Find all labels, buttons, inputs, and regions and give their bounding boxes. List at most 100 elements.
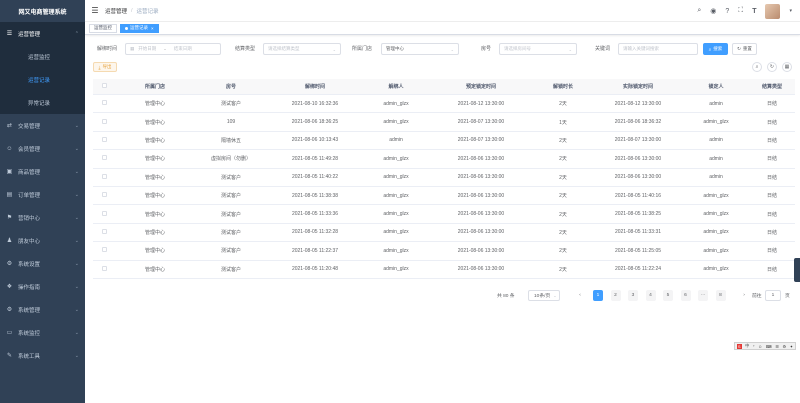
sidebar-subitem[interactable]: 运营记录 bbox=[0, 68, 85, 91]
settle-type-select[interactable]: 请选择结算类型 ⌄ bbox=[263, 43, 341, 55]
checkbox[interactable] bbox=[101, 192, 107, 198]
sidebar-item-label: 操作指南 bbox=[18, 284, 41, 291]
tag-operations-record[interactable]: 运营记录 × bbox=[120, 23, 159, 33]
checkbox[interactable] bbox=[101, 265, 107, 271]
help-icon[interactable]: ? bbox=[725, 8, 729, 15]
page-number[interactable]: 2 bbox=[610, 290, 621, 301]
sidebar-subitem[interactable]: 运营监控 bbox=[0, 45, 85, 68]
column-header: 解锁时长 bbox=[552, 84, 573, 90]
columns-button[interactable]: ▦ bbox=[782, 62, 792, 72]
room-label: 房号 bbox=[481, 46, 492, 52]
chevron-down-icon: ⌄ bbox=[332, 46, 336, 52]
ime-item[interactable]: ✦ bbox=[790, 344, 793, 349]
sidebar-item[interactable]: ▤ 订单管理 ⌄ bbox=[0, 183, 85, 206]
page-number[interactable]: 6 bbox=[680, 290, 691, 301]
table-cell: 隔墙休五 bbox=[220, 137, 241, 144]
reset-button[interactable]: ↻ 重置 bbox=[732, 43, 757, 55]
caret-down-icon[interactable]: ▾ bbox=[789, 8, 792, 14]
sidebar-item[interactable]: ✎ 系统工具 ⌄ bbox=[0, 344, 85, 367]
end-date-input[interactable]: 结束日期 bbox=[174, 46, 192, 52]
github-icon[interactable]: ◉ bbox=[710, 7, 716, 15]
search-icon[interactable]: ⌕ bbox=[697, 7, 701, 15]
goto-page-input[interactable]: 1 bbox=[765, 290, 781, 301]
page-number[interactable]: 1 bbox=[593, 290, 603, 301]
checkbox[interactable] bbox=[101, 100, 107, 106]
refresh-table-button[interactable]: ↻ bbox=[767, 62, 777, 72]
page-number[interactable]: 5 bbox=[663, 290, 673, 301]
start-date-input[interactable]: 开始日期 bbox=[138, 46, 156, 52]
checkbox[interactable] bbox=[101, 173, 107, 179]
room-select[interactable]: 请选择房间号 ⌄ bbox=[499, 43, 577, 55]
page-number[interactable]: 4 bbox=[645, 290, 656, 301]
table-cell: 日结 bbox=[766, 156, 777, 163]
breadcrumb-item[interactable]: 运营管理 bbox=[105, 7, 127, 15]
checkbox[interactable] bbox=[101, 210, 107, 216]
keyword-input[interactable]: 请输入关键词搜索 bbox=[618, 43, 698, 55]
table-cell: 2021-08-05 11:20:48 bbox=[291, 266, 339, 273]
settings-drawer-handle[interactable] bbox=[794, 258, 800, 282]
ime-item[interactable]: 中 bbox=[745, 343, 749, 349]
table-cell: 2021-08-06 10:13:43 bbox=[291, 137, 339, 144]
ime-item[interactable]: ⌨ bbox=[766, 344, 772, 349]
table-cell: 2021-08-06 13:30:00 bbox=[457, 192, 505, 199]
sidebar-item[interactable]: ▭ 系统监控 ⌄ bbox=[0, 321, 85, 344]
hamburger-icon[interactable]: ☰ bbox=[85, 6, 105, 15]
chevron-down-icon: ⌄ bbox=[74, 237, 79, 244]
pagination-total: 共 80 条 bbox=[497, 294, 515, 299]
sidebar-item[interactable]: ♟ 朋友中心 ⌄ bbox=[0, 229, 85, 252]
table-row: 管理中心 测试客户 2021-08-05 11:32:28 admin_glzx 202… bbox=[93, 224, 795, 243]
store-select[interactable]: 管理中心 ⌄ bbox=[381, 43, 459, 55]
column-header: 实际锁定时间 bbox=[622, 84, 653, 90]
toggle-search-button[interactable]: ⌕ bbox=[752, 62, 762, 72]
export-button[interactable]: ⤓ 导出 bbox=[93, 62, 117, 72]
sidebar-item[interactable]: ⚑ 营销中心 ⌄ bbox=[0, 206, 85, 229]
prev-page-button[interactable]: ‹ bbox=[575, 290, 585, 301]
next-page-button[interactable]: › bbox=[739, 290, 749, 301]
fullscreen-icon[interactable]: ⛶ bbox=[738, 7, 743, 15]
unbind-time-range[interactable]: ▦ 开始日期 - 结束日期 bbox=[125, 43, 221, 55]
page-number[interactable]: 8 bbox=[715, 290, 726, 301]
goto-page-value: 1 bbox=[771, 293, 775, 298]
ime-item[interactable]: ☺ bbox=[758, 344, 762, 349]
table-cell: 日结 bbox=[766, 174, 777, 181]
checkbox[interactable] bbox=[101, 247, 107, 253]
room-placeholder: 请选择房间号 bbox=[504, 46, 531, 51]
sidebar-item-label: 交易管理 bbox=[18, 123, 41, 130]
table-cell: 2天 bbox=[559, 266, 567, 273]
checkbox[interactable] bbox=[101, 228, 107, 234]
checkbox[interactable] bbox=[101, 83, 107, 88]
page-size-select[interactable]: 10条/页 ⌄ bbox=[528, 290, 560, 301]
close-icon[interactable]: × bbox=[151, 26, 154, 31]
list-icon: ☰ bbox=[6, 31, 13, 37]
sidebar-item[interactable]: ⚙ 系统设置 ⌄ bbox=[0, 252, 85, 275]
sidebar-item[interactable]: ▣ 商品管理 ⌄ bbox=[0, 160, 85, 183]
font-size-icon[interactable]: T bbox=[752, 8, 756, 15]
table-cell: admin_glzx bbox=[703, 192, 729, 199]
search-button[interactable]: ⌕ 搜索 bbox=[703, 43, 728, 55]
checkbox[interactable] bbox=[101, 136, 107, 142]
sidebar-item[interactable]: ⚙ 系统管理 ⌄ bbox=[0, 298, 85, 321]
table-cell: 2021-08-07 13:30:00 bbox=[457, 119, 505, 126]
sidebar-item[interactable]: ☺ 会员管理 ⌄ bbox=[0, 137, 85, 160]
checkbox[interactable] bbox=[101, 155, 107, 161]
sidebar-item[interactable]: ⇄ 交易管理 ⌄ bbox=[0, 114, 85, 137]
sidebar-item[interactable]: ❖ 操作指南 ⌄ bbox=[0, 275, 85, 298]
ime-item[interactable]: ° bbox=[753, 344, 755, 349]
checkbox[interactable] bbox=[101, 118, 107, 124]
range-separator: - bbox=[164, 46, 166, 52]
ime-item[interactable]: S bbox=[736, 343, 742, 349]
table-cell: admin_glzx bbox=[703, 247, 729, 254]
sidebar-item[interactable]: ☰ 运营管理 ⌃ bbox=[0, 22, 85, 45]
avatar[interactable] bbox=[765, 3, 781, 19]
page-ellipsis[interactable]: ··· bbox=[698, 290, 708, 301]
ime-item[interactable]: ⚙ bbox=[783, 344, 787, 349]
column-header: 预定锁定时间 bbox=[465, 84, 496, 90]
table-row: 管理中心 测试客户 2021-08-05 11:33:36 admin_glzx 202… bbox=[93, 205, 795, 224]
table-cell: 2021-08-07 13:30:00 bbox=[614, 137, 662, 144]
ime-item[interactable]: ☰ bbox=[775, 344, 779, 349]
tag-operations-monitor[interactable]: 运营监控 bbox=[89, 23, 117, 33]
navbar-right: ⌕ ◉ ? ⛶ T ▾ bbox=[697, 0, 792, 22]
sidebar-subitem[interactable]: 异常记录 bbox=[0, 91, 85, 114]
page-number[interactable]: 3 bbox=[628, 290, 638, 301]
table-cell: 2021-08-06 13:30:00 bbox=[457, 247, 505, 254]
